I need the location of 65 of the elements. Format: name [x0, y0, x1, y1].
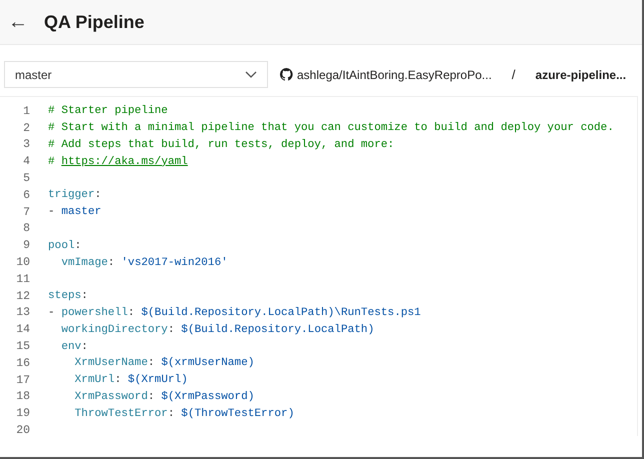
line-number: 11 [15, 272, 31, 286]
yaml-key: env [48, 340, 82, 353]
cat-logo-icon [280, 68, 293, 81]
line-number: 9 [22, 239, 31, 252]
code-punctuation: : [74, 240, 82, 252]
yaml-value: $(Build.Repository.LocalPath)\RunTests.ps1 [141, 306, 421, 319]
repository-link[interactable]: ashlega/ItAintBoring.EasyReproPo... [297, 68, 492, 82]
yaml-value: $(Build.Repository.LocalPath) [181, 324, 374, 336]
line-number: 16 [15, 356, 31, 370]
yaml-value: master [61, 206, 102, 218]
line-number: 5 [22, 172, 31, 186]
line-number: 19 [15, 407, 31, 420]
line-number: 12 [15, 290, 31, 303]
code-punctuation: : [114, 374, 122, 386]
line-number: 13 [15, 306, 31, 320]
code-comment: # [48, 156, 56, 168]
line-number: 14 [15, 323, 31, 336]
code-punctuation: : [128, 306, 136, 319]
yaml-key: pool [48, 240, 75, 252]
yaml-value: $(XrmPassword) [161, 390, 254, 403]
branch-dropdown[interactable]: master [4, 61, 268, 88]
page-title: QA Pipeline [44, 12, 144, 32]
line-number: 3 [22, 138, 31, 152]
line-number: 2 [22, 122, 31, 135]
yaml-key: powershell [61, 306, 128, 319]
yaml-key: steps [48, 290, 82, 302]
line-number: 4 [22, 155, 31, 168]
code-punctuation: : [81, 340, 88, 353]
line-number: 10 [15, 256, 31, 270]
line-number: 1 [22, 104, 31, 118]
code-punctuation: : [108, 256, 116, 269]
code-link[interactable]: https://aka.ms/yaml [61, 156, 188, 168]
yaml-value: $(XrmUrl) [128, 374, 188, 386]
yaml-key: ThrowTestError [48, 408, 168, 420]
line-number: 7 [22, 206, 31, 219]
line-number: 17 [15, 374, 31, 387]
yaml-value: 'vs2017-win2016' [121, 256, 228, 269]
file-name: azure-pipeline... [535, 68, 626, 82]
chevron-down-icon [245, 70, 257, 78]
code-comment: # Starter pipeline [48, 105, 168, 118]
yaml-key: XrmPassword [48, 390, 148, 403]
yaml-value: $(ThrowTestError) [181, 408, 294, 420]
code-comment: # Start with a minimal pipeline that you can customize to build and deploy your code. [48, 122, 614, 134]
code-punctuation: : [94, 189, 102, 202]
code-punctuation: - [48, 306, 56, 319]
yaml-key: XrmUserName [48, 357, 148, 370]
yaml-key: XrmUrl [48, 374, 115, 386]
line-number: 6 [22, 188, 31, 202]
yaml-key: trigger [48, 189, 95, 202]
yaml-key: workingDirectory [48, 324, 168, 336]
line-number: 18 [15, 390, 31, 404]
line-number: 8 [22, 222, 31, 236]
back-button[interactable]: ← [6, 10, 30, 34]
yaml-key: vmImage [48, 256, 108, 269]
code-punctuation: : [168, 408, 176, 420]
code-punctuation: : [148, 390, 156, 403]
line-number: 20 [15, 424, 31, 438]
yaml-value: $(xrmUserName) [161, 357, 254, 370]
code-punctuation: - [48, 206, 56, 218]
code-punctuation: : [81, 290, 88, 302]
code-punctuation: : [168, 324, 176, 336]
line-number: 15 [15, 340, 31, 354]
code-comment: # Add steps that build, run tests, deploy, and more: [48, 138, 394, 151]
code-punctuation: : [148, 357, 156, 370]
path-separator: / [512, 67, 516, 82]
